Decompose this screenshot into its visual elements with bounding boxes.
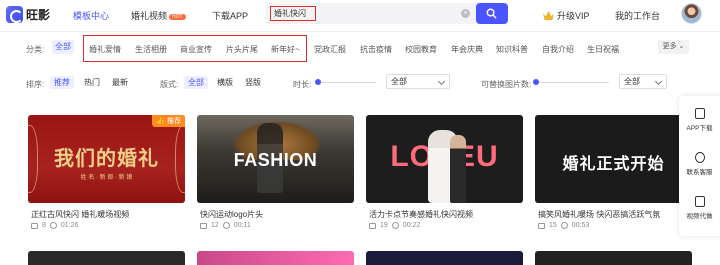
video-duration: 00:22 bbox=[402, 222, 421, 229]
customer-service-label: 联系客服 bbox=[686, 169, 713, 176]
category-wedding-love[interactable]: 婚礼爱情 bbox=[89, 44, 121, 55]
card-meta: 12 00:11 bbox=[200, 222, 251, 229]
sort-hot[interactable]: 热门 bbox=[80, 76, 104, 89]
card-thumbnail[interactable]: 我们的婚礼 姓 名 · 新 郎 · 新 娘 👍 推荐 bbox=[28, 115, 185, 203]
category-new-year[interactable]: 新年好~ bbox=[271, 44, 300, 55]
sort-newest[interactable]: 最新 bbox=[108, 76, 132, 89]
recommend-badge: 👍 推荐 bbox=[152, 115, 185, 127]
more-label: 更多 bbox=[662, 43, 677, 50]
duration-slider-track[interactable] bbox=[321, 82, 376, 83]
category-self-intro[interactable]: 自我介绍 bbox=[542, 44, 574, 55]
floating-toolbar: APP下载 联系客服 视频代做 bbox=[679, 96, 720, 236]
phone-icon bbox=[694, 108, 705, 119]
template-card-thumbnail-partial[interactable] bbox=[197, 251, 354, 265]
top-bar: 旺影 模板中心 婚礼视频HOT 下载APP × 升级VIP 我的工作台 bbox=[0, 0, 720, 30]
nav-wedding-video-label: 婚礼视频 bbox=[131, 11, 168, 21]
layout-all[interactable]: 全部 bbox=[184, 76, 208, 89]
category-intro-outro[interactable]: 片头片尾 bbox=[226, 44, 258, 55]
header-divider bbox=[0, 31, 720, 32]
nav-template-center[interactable]: 模板中心 bbox=[73, 9, 109, 22]
clear-search-button[interactable]: × bbox=[461, 9, 470, 18]
upgrade-vip-label: 升级VIP bbox=[557, 11, 590, 21]
card-meta: 8 01:26 bbox=[31, 222, 78, 229]
logo-icon bbox=[6, 6, 23, 23]
image-count: 8 bbox=[42, 222, 46, 229]
layout-vertical[interactable]: 竖版 bbox=[241, 76, 265, 89]
category-party-report[interactable]: 党政汇报 bbox=[314, 44, 346, 55]
image-count: 12 bbox=[211, 222, 219, 229]
app-download-label: APP下载 bbox=[686, 125, 713, 132]
nav-wedding-video[interactable]: 婚礼视频 HOT bbox=[131, 9, 186, 22]
category-epidemic[interactable]: 抗击疫情 bbox=[360, 44, 392, 55]
app-download-button[interactable]: APP下载 bbox=[679, 108, 720, 132]
template-card-thumbnail-partial[interactable] bbox=[366, 251, 523, 265]
image-count-icon bbox=[200, 222, 207, 229]
crown-icon bbox=[543, 11, 554, 20]
nav-download-app[interactable]: 下载APP bbox=[212, 9, 248, 22]
clock-icon bbox=[560, 222, 568, 229]
card-title[interactable]: 活力卡点节奏感婚礼快闪视频 bbox=[369, 209, 524, 220]
headset-icon bbox=[694, 152, 705, 163]
video-duration: 00:53 bbox=[571, 222, 590, 229]
thumbnail-subtitle: 姓 名 · 新 郎 · 新 娘 bbox=[80, 175, 133, 181]
category-science[interactable]: 知识科普 bbox=[496, 44, 528, 55]
clock-icon bbox=[49, 222, 57, 229]
workspace-link[interactable]: 我的工作台 bbox=[615, 9, 660, 22]
clock-icon bbox=[222, 222, 230, 229]
image-count-icon bbox=[538, 222, 545, 229]
layout-label: 版式: bbox=[160, 80, 179, 89]
duration-select[interactable]: 全部 bbox=[386, 74, 450, 89]
image-count: 15 bbox=[549, 222, 557, 229]
category-label: 分类: bbox=[26, 45, 45, 54]
upgrade-vip-link[interactable]: 升级VIP bbox=[543, 9, 590, 22]
card-title[interactable]: 搞笑风婚礼暖场 快闪恶搞活跃气氛 bbox=[538, 209, 693, 220]
search-bar: × bbox=[266, 3, 508, 24]
layout-horizontal[interactable]: 横版 bbox=[213, 76, 237, 89]
duration-label: 时长: bbox=[293, 80, 312, 89]
images-count-select[interactable]: 全部 bbox=[619, 74, 667, 89]
image-count-icon bbox=[369, 222, 376, 229]
category-life-album[interactable]: 生活相册 bbox=[135, 44, 167, 55]
card-meta: 19 00:22 bbox=[369, 222, 420, 229]
search-button[interactable] bbox=[476, 3, 508, 24]
play-icon bbox=[694, 196, 705, 207]
sort-recommended[interactable]: 推荐 bbox=[50, 76, 74, 89]
logo-text: 旺影 bbox=[26, 8, 51, 22]
category-annual-party[interactable]: 年会庆典 bbox=[451, 44, 483, 55]
recommend-label: 推荐 bbox=[167, 118, 181, 125]
card-thumbnail[interactable]: LOVEU bbox=[366, 115, 523, 203]
video-duration: 01:26 bbox=[60, 222, 79, 229]
thumbnail-title: 婚礼正式开始 bbox=[562, 156, 665, 173]
thumbnail-title: 我们的婚礼 bbox=[54, 146, 159, 170]
images-slider-track[interactable] bbox=[539, 82, 609, 83]
images-count-label: 可替换图片数: bbox=[481, 80, 532, 89]
card-title[interactable]: 快闪运动logo片头 bbox=[200, 209, 355, 220]
video-service-label: 视频代做 bbox=[686, 213, 713, 220]
video-duration: 00:11 bbox=[233, 222, 251, 229]
card-meta: 15 00:53 bbox=[538, 222, 589, 229]
category-all[interactable]: 全部 bbox=[52, 40, 74, 54]
category-business[interactable]: 商业宣传 bbox=[180, 44, 212, 55]
card-thumbnail[interactable]: FASHION bbox=[197, 115, 354, 203]
category-education[interactable]: 校园教育 bbox=[405, 44, 437, 55]
logo[interactable]: 旺影 bbox=[6, 6, 50, 23]
groom-figure bbox=[450, 135, 466, 203]
clock-icon bbox=[391, 222, 399, 229]
more-categories-button[interactable]: 更多 ⌄ bbox=[658, 40, 689, 54]
card-thumbnail[interactable]: 婚礼正式开始 bbox=[535, 115, 692, 203]
thumbnail-title: FASHION bbox=[233, 150, 318, 170]
image-count: 19 bbox=[380, 222, 388, 229]
template-card-thumbnail-partial[interactable] bbox=[28, 251, 185, 265]
template-card-thumbnail-partial[interactable] bbox=[535, 251, 692, 265]
search-icon bbox=[486, 8, 497, 19]
avatar[interactable] bbox=[681, 3, 702, 24]
card-title[interactable]: 正红古风快闪 婚礼暖场视频 bbox=[31, 209, 186, 220]
video-service-button[interactable]: 视频代做 bbox=[679, 196, 720, 220]
search-input[interactable] bbox=[270, 6, 316, 21]
customer-service-button[interactable]: 联系客服 bbox=[679, 152, 720, 176]
image-count-icon bbox=[31, 222, 38, 229]
sort-label: 排序: bbox=[26, 80, 45, 89]
category-birthday[interactable]: 生日祝福 bbox=[587, 44, 619, 55]
hot-badge: HOT bbox=[169, 14, 186, 20]
